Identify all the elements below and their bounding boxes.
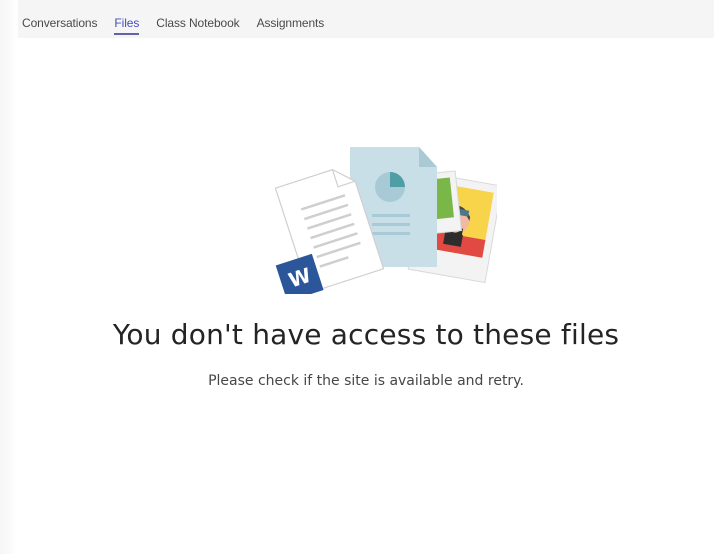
left-panel-edge — [0, 0, 18, 554]
tab-class-notebook[interactable]: Class Notebook — [156, 16, 239, 30]
tab-conversations[interactable]: Conversations — [22, 16, 98, 30]
files-illustration: W — [274, 147, 497, 294]
empty-state-message: Please check if the site is available an… — [208, 373, 524, 389]
empty-state-title: You don't have access to these files — [112, 318, 620, 351]
tab-assignments[interactable]: Assignments — [257, 16, 325, 30]
tab-files[interactable]: Files — [114, 16, 139, 35]
teams-files-window: Conversations Files Class Notebook Assig… — [0, 0, 714, 554]
files-empty-state: W You don't have access to these files P… — [18, 38, 714, 554]
channel-tab-bar: Conversations Files Class Notebook Assig… — [18, 0, 714, 38]
